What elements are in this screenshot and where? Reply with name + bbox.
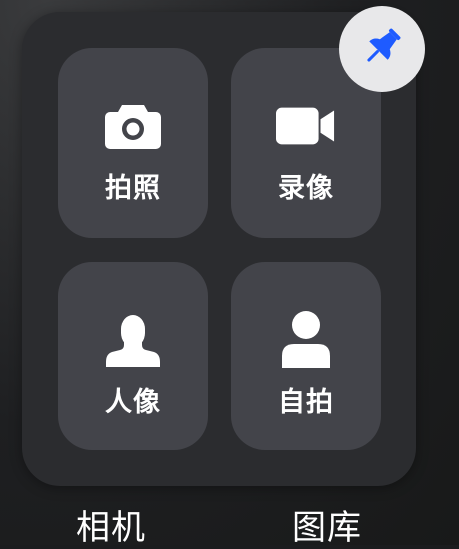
tile-selfie[interactable]: 自拍 (231, 262, 381, 450)
pin-button[interactable] (339, 6, 425, 92)
video-camera-icon (276, 96, 336, 156)
tile-photo[interactable]: 拍照 (58, 48, 208, 238)
camera-app-label[interactable]: 相机 (76, 500, 146, 549)
selfie-person-icon (276, 310, 336, 370)
tile-selfie-label: 自拍 (278, 380, 334, 419)
tile-portrait-label: 人像 (105, 380, 161, 419)
pushpin-icon (360, 25, 404, 73)
camera-icon (103, 96, 163, 156)
tile-portrait[interactable]: 人像 (58, 262, 208, 450)
gallery-app-label[interactable]: 图库 (292, 500, 362, 549)
portrait-person-icon (103, 310, 163, 370)
tile-photo-label: 拍照 (105, 166, 161, 205)
tile-video-label: 录像 (278, 166, 334, 205)
